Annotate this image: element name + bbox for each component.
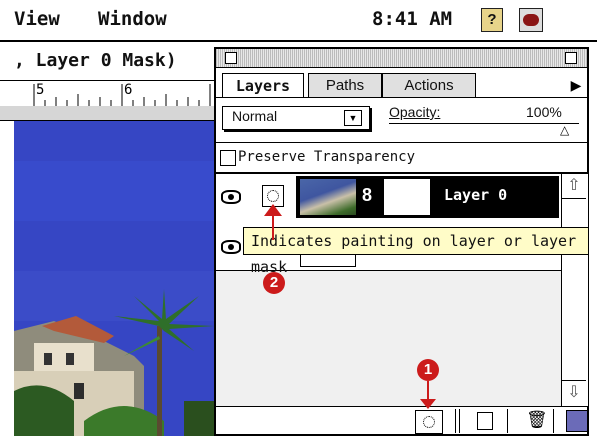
menu-bar [0,0,597,40]
scroll-down-arrow-icon[interactable]: ⇩ [562,380,586,405]
palette-menu-arrow-icon[interactable]: ▶ [565,73,587,97]
opacity-label: Opacity: [389,104,441,120]
bottom-bar-separator [507,409,508,433]
bottom-bar-separator [459,409,460,433]
blend-mode-value: Normal [232,108,278,124]
opacity-slider-thumb-icon[interactable]: △ [560,124,569,136]
palette-divider [216,142,587,143]
callout-badge-2: 2 [263,272,285,294]
menu-bar-divider [0,40,597,42]
layer-mask-thumbnail[interactable] [384,179,430,215]
bottom-bar-separator [455,409,456,433]
tab-layers[interactable]: Layers [222,73,304,98]
eye-visibility-icon[interactable] [221,190,241,204]
ruler-label-6: 6 [124,82,133,98]
add-layer-mask-button[interactable] [415,410,443,434]
preserve-transparency-checkbox[interactable] [220,150,236,166]
tab-paths[interactable]: Paths [308,73,382,98]
callout-arrowhead [264,204,282,216]
new-layer-icon[interactable] [477,412,493,430]
mediterranean-villa-photo [14,121,220,436]
resize-box-icon[interactable] [566,410,588,432]
opacity-slider[interactable] [389,123,579,124]
vertical-ruler [0,121,15,436]
eye-visibility-icon[interactable] [221,240,241,254]
photoshop-eye-icon[interactable] [519,8,543,32]
callout-arrowhead [420,399,436,409]
ruler-label-5: 5 [36,82,45,98]
document-title: , Layer 0 Mask) [14,50,177,71]
layer-thumbnail[interactable] [300,179,356,215]
bottom-bar-separator [553,409,554,433]
tab-row-divider [216,97,587,98]
dropdown-arrow-icon[interactable]: ▼ [344,110,362,126]
menu-view[interactable]: View [14,8,60,30]
ruler-band [0,106,220,121]
layers-scrollbar[interactable] [561,174,588,406]
callout-badge-1: 1 [417,359,439,381]
opacity-value: 100% [526,104,562,120]
palette-title-bar[interactable] [216,49,587,68]
scroll-up-arrow-icon[interactable]: ⇧ [562,174,586,199]
callout-arrow [272,214,274,240]
palette-zoom-box[interactable] [565,52,577,64]
menu-clock: 8:41 AM [372,8,453,30]
link-chain-icon[interactable]: 8 [362,185,372,206]
tab-actions[interactable]: Actions [382,73,476,98]
palette-close-box[interactable] [225,52,237,64]
horizontal-ruler: 5 6 [0,82,220,107]
menu-window[interactable]: Window [98,8,167,30]
tooltip: Indicates painting on layer or layer mas… [243,227,589,276]
trash-icon[interactable]: 🗑 [526,410,548,430]
ruler-ticks [33,84,211,106]
layer-name[interactable]: Layer 0 [444,186,507,204]
canvas-image[interactable] [14,121,220,436]
preserve-transparency-label: Preserve Transparency [238,149,416,165]
question-mark-icon[interactable]: ? [481,8,503,32]
